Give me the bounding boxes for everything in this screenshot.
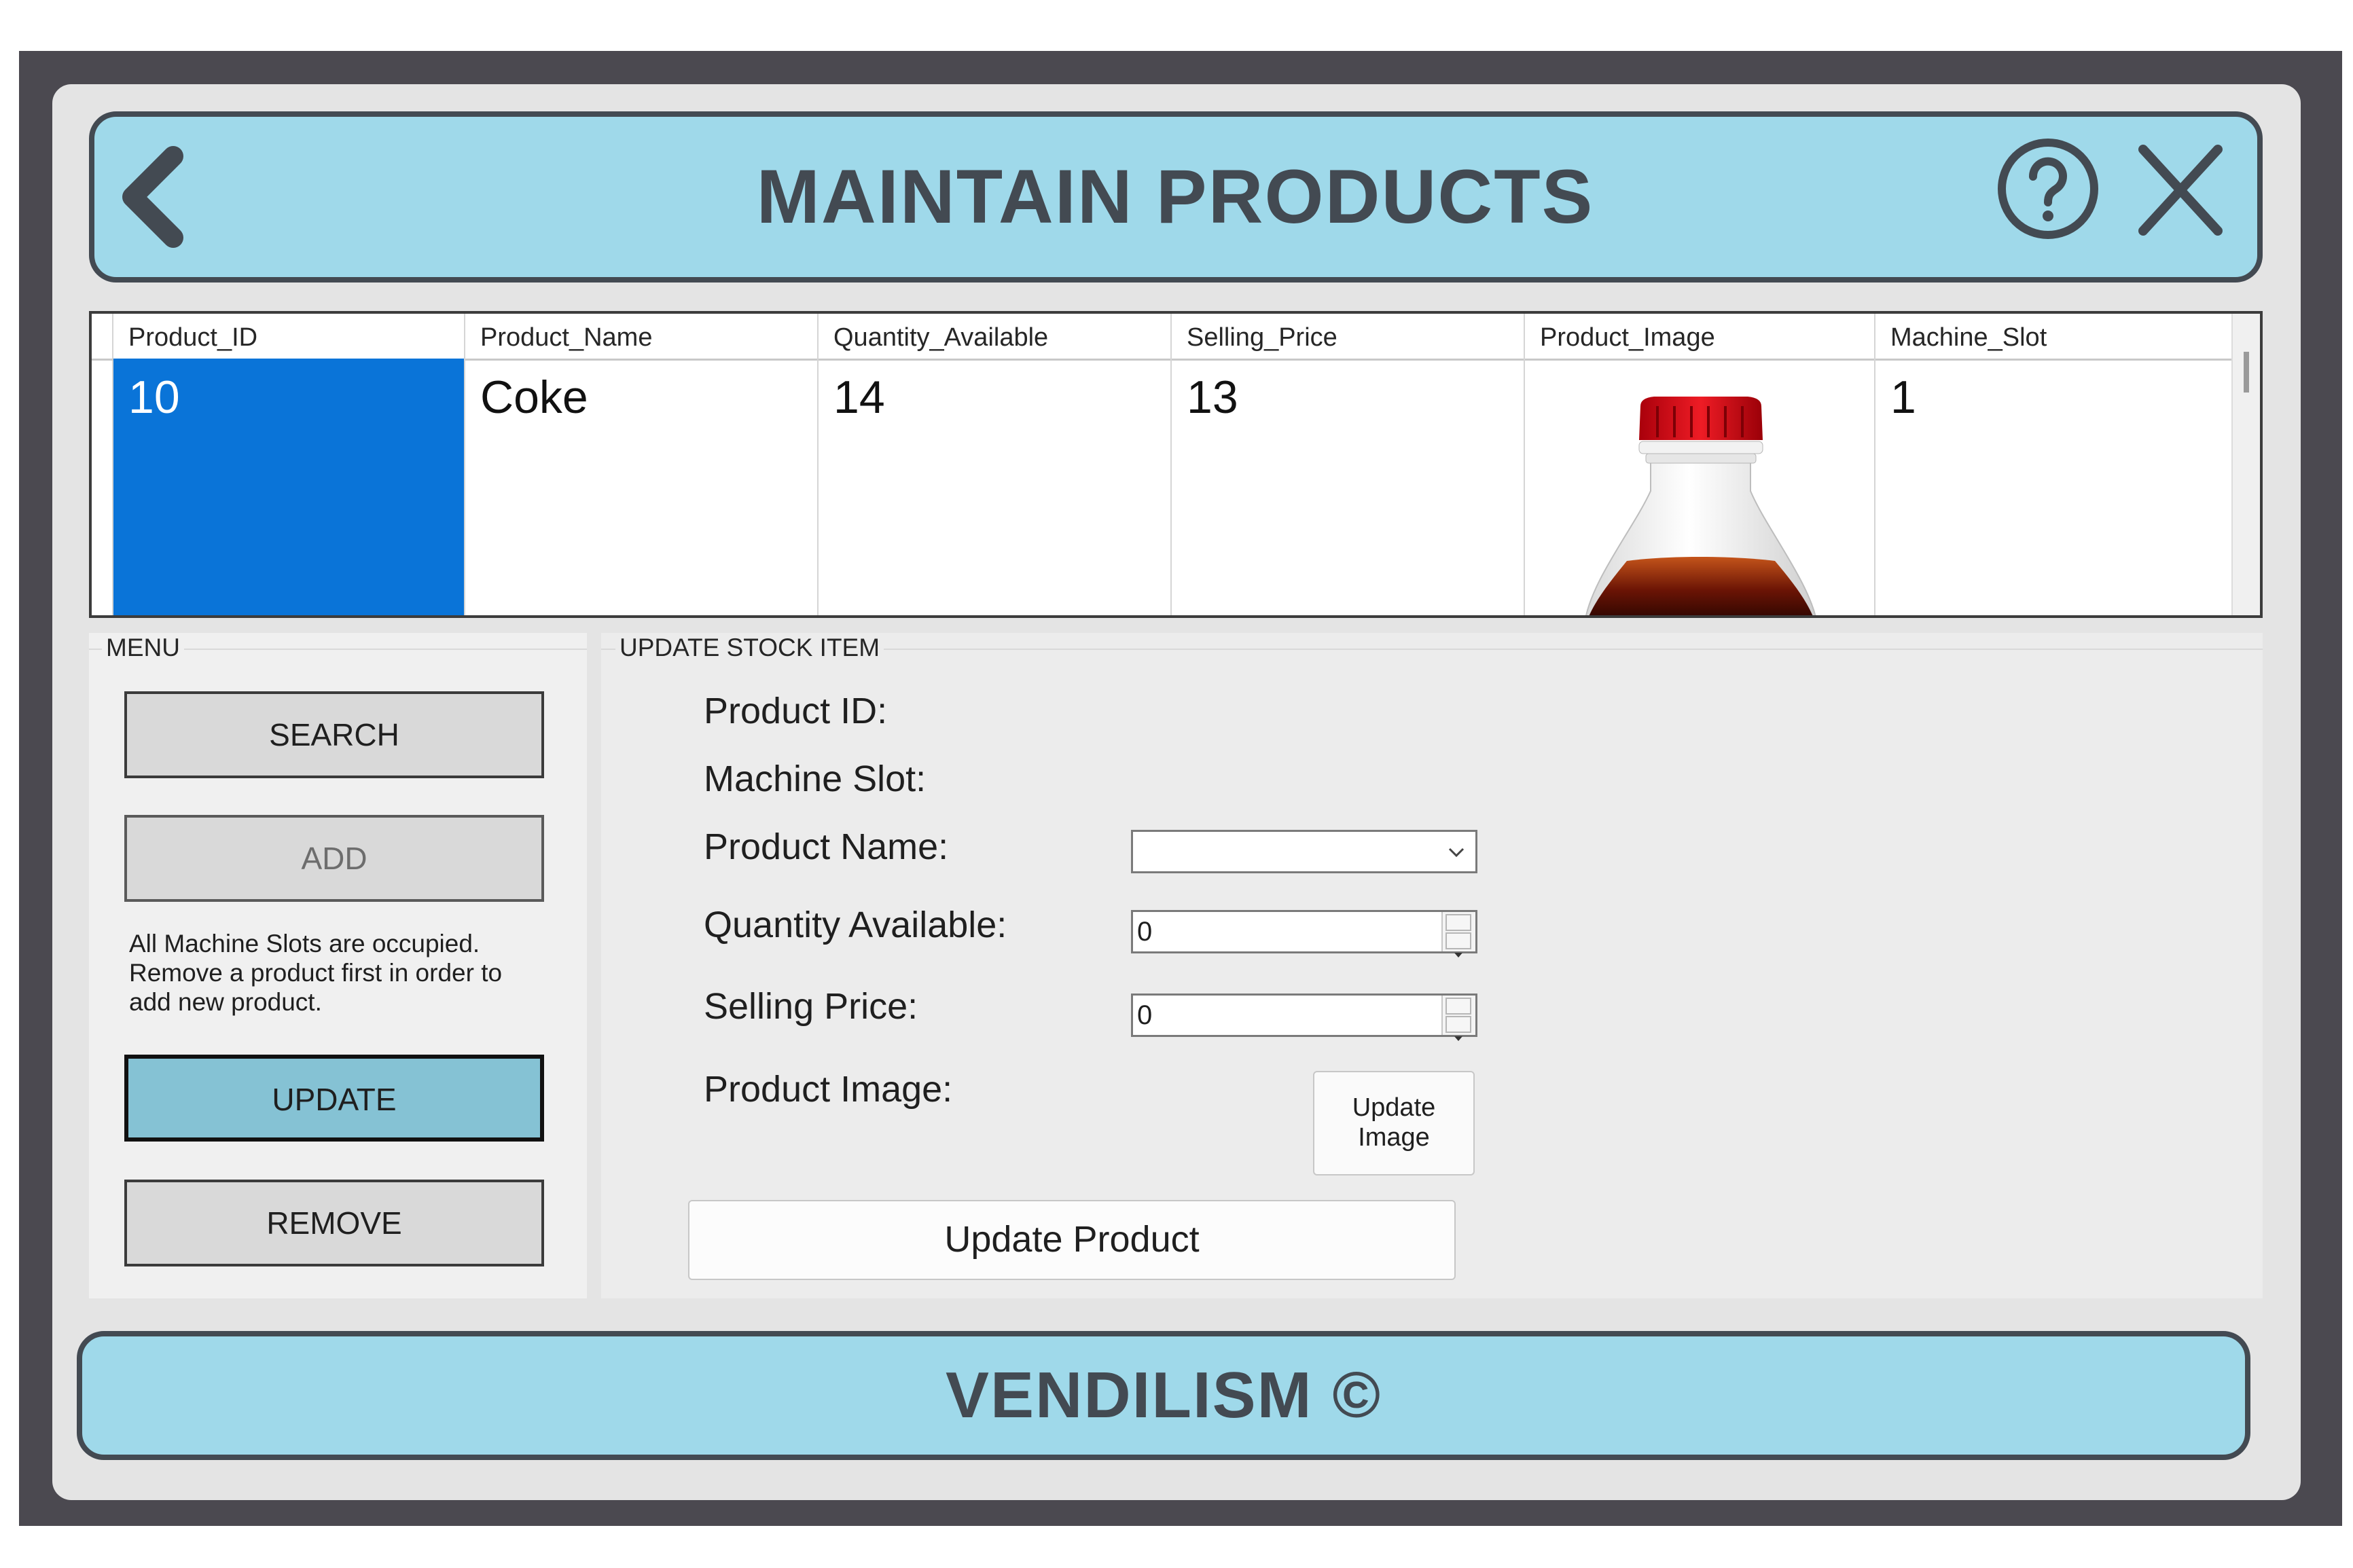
cell-product-name[interactable]: Coke [465, 359, 819, 615]
add-button[interactable]: ADD [124, 815, 544, 902]
update-button[interactable]: UPDATE [124, 1055, 544, 1142]
caret-down-icon [1454, 1036, 1462, 1041]
product-id-label: Product ID: [704, 691, 888, 731]
menu-note: All Machine Slots are occupied. Remove a… [129, 930, 503, 1016]
quantity-stepper[interactable]: 0 [1131, 910, 1477, 958]
quantity-spin-buttons[interactable] [1441, 912, 1475, 958]
back-button[interactable] [109, 143, 190, 251]
price-stepper[interactable]: 0 [1131, 993, 1477, 1041]
product-name-label: Product Name: [704, 826, 949, 867]
column-header-machine-slot[interactable]: Machine_Slot [1875, 314, 2235, 359]
update-stock-group [601, 633, 2263, 1298]
menu-group-title: MENU [102, 633, 184, 663]
column-header-selling-price[interactable]: Selling_Price [1172, 314, 1525, 359]
close-x-icon [2138, 145, 2223, 236]
question-circle-icon [1998, 139, 2098, 239]
price-increment[interactable] [1445, 998, 1471, 1023]
close-button[interactable] [2133, 139, 2228, 241]
grid-header: Product_ID Product_Name Quantity_Availab… [92, 314, 2235, 361]
product-image-label: Product Image: [704, 1069, 953, 1110]
price-spin-buttons[interactable] [1441, 996, 1475, 1041]
page-title: MAINTAIN PRODUCTS [756, 154, 1594, 239]
price-label: Selling Price: [704, 986, 918, 1027]
column-header-product-name[interactable]: Product_Name [465, 314, 819, 359]
quantity-label: Quantity Available: [704, 905, 1007, 945]
update-image-button[interactable]: Update Image [1313, 1071, 1475, 1175]
vertical-scrollbar[interactable] [2231, 314, 2260, 615]
cell-product-image[interactable] [1525, 359, 1875, 615]
products-grid[interactable]: Product_ID Product_Name Quantity_Availab… [89, 311, 2263, 618]
product-name-dropdown[interactable] [1131, 830, 1477, 873]
column-header-product-image[interactable]: Product_Image [1525, 314, 1875, 359]
update-group-title: UPDATE STOCK ITEM [615, 633, 884, 663]
remove-button[interactable]: REMOVE [124, 1180, 544, 1266]
cell-product-id[interactable]: 10 [113, 359, 465, 615]
price-value: 0 [1137, 1000, 1153, 1030]
chevron-down-icon [1448, 847, 1465, 858]
footer-brand: VENDILISM © [945, 1359, 1382, 1432]
help-button[interactable] [1994, 134, 2102, 243]
price-decrement[interactable] [1445, 1016, 1471, 1041]
update-product-button[interactable]: Update Product [688, 1200, 1456, 1280]
quantity-increment[interactable] [1445, 914, 1471, 939]
cell-selling-price[interactable]: 13 [1172, 359, 1525, 615]
cell-machine-slot[interactable]: 1 [1875, 359, 2235, 615]
caret-down-icon [1454, 953, 1462, 958]
column-header-quantity-available[interactable]: Quantity_Available [819, 314, 1172, 359]
machine-slot-label: Machine Slot: [704, 759, 927, 799]
search-button[interactable]: SEARCH [124, 691, 544, 778]
quantity-value: 0 [1137, 917, 1153, 947]
quantity-decrement[interactable] [1445, 932, 1471, 958]
column-header-product-id[interactable]: Product_ID [113, 314, 465, 359]
cell-quantity-available[interactable]: 14 [819, 359, 1172, 615]
scrollbar-thumb[interactable] [2244, 352, 2249, 393]
coke-bottle-image [1585, 397, 1816, 615]
chevron-left-icon [122, 146, 183, 248]
